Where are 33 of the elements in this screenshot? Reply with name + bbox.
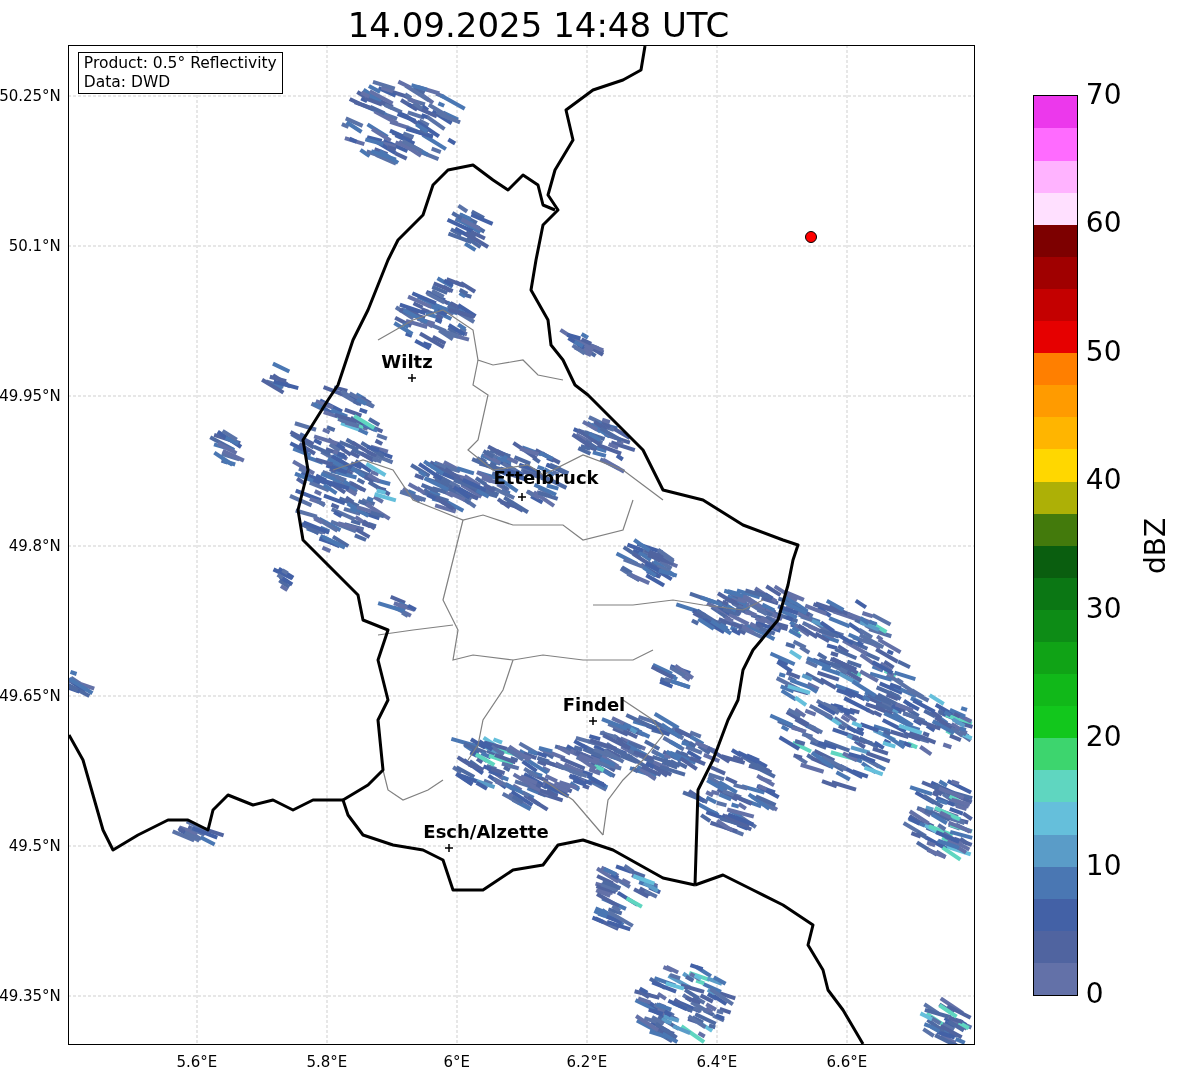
city-marker-icon — [407, 373, 417, 383]
info-text: Product: 0.5° Reflectivity — [83, 54, 277, 73]
y-axis-label: 49.65°N — [0, 687, 61, 705]
y-axis-label: 50.25°N — [0, 87, 61, 105]
colorbar-tick-label: 60 — [1085, 207, 1122, 240]
info-text: Data: DWD — [83, 73, 172, 92]
colorbar-tick-label: 70 — [1085, 79, 1122, 111]
city-marker-icon — [588, 716, 598, 726]
x-axis-label: 6°E — [443, 1053, 471, 1071]
colorbar-tick-label: 0 — [1085, 978, 1104, 1010]
y-axis-label: 49.8°N — [8, 537, 61, 555]
colorbar-tick-label: 40 — [1085, 464, 1122, 497]
x-axis-label: 6.6°E — [826, 1053, 868, 1071]
colorbar-tick-label: 30 — [1085, 592, 1122, 625]
colorbar-label: dBZ — [1137, 517, 1173, 574]
x-axis-label: 6.2°E — [566, 1053, 608, 1071]
y-axis-label: 49.35°N — [0, 987, 61, 1005]
x-axis-label: 6.4°E — [696, 1053, 738, 1071]
city-marker-icon — [517, 492, 527, 502]
city-label: Esch/Alzette — [423, 821, 549, 842]
y-axis-label: 50.1°N — [8, 237, 61, 255]
chart-title: 14.09.2025 14:48 UTC — [347, 5, 730, 45]
colorbar-tick-label: 20 — [1085, 721, 1122, 754]
y-axis-label: 49.5°N — [8, 837, 61, 855]
location-marker — [804, 231, 817, 243]
colorbar-tick-label: 10 — [1085, 849, 1122, 882]
x-axis-label: 5.6°E — [176, 1053, 218, 1071]
city-marker-icon — [444, 843, 454, 853]
city-label: Findel — [562, 694, 626, 715]
colorbar-tick-label: 50 — [1085, 335, 1122, 368]
y-axis-label: 49.95°N — [0, 387, 61, 405]
city-label: Wiltz — [381, 351, 433, 372]
x-axis-label: 5.8°E — [306, 1053, 348, 1071]
